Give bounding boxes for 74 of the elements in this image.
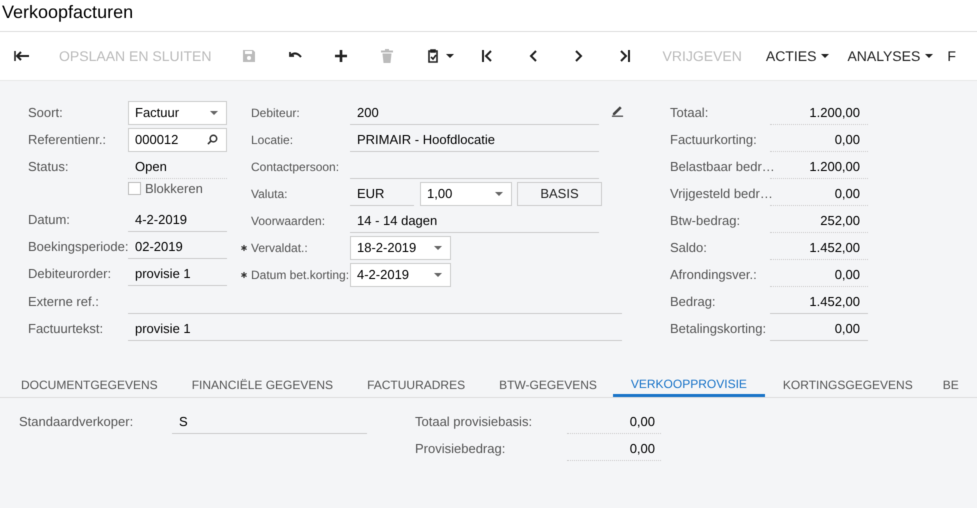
total-value: 1.452,00 bbox=[770, 290, 868, 314]
tab[interactable]: BE bbox=[942, 373, 959, 397]
field-label: Boekingsperiode: bbox=[28, 239, 128, 254]
field-value: S bbox=[172, 410, 367, 434]
date-dropdown[interactable]: 4-2-2019 bbox=[350, 262, 451, 286]
field-value: 02-2019 bbox=[128, 234, 227, 258]
caret-icon bbox=[210, 110, 218, 114]
currency-value: EUR bbox=[350, 182, 414, 206]
search-icon bbox=[207, 134, 218, 145]
field-value: Open bbox=[128, 154, 227, 178]
basis-button[interactable]: BASIS bbox=[517, 182, 602, 206]
field-value: 0,00 bbox=[567, 436, 661, 460]
field-label: Debiteur: bbox=[251, 106, 301, 120]
field-label: Externe ref.: bbox=[28, 294, 100, 309]
total-value: 252,00 bbox=[770, 208, 868, 232]
total-label: Saldo: bbox=[670, 240, 708, 255]
field-label: Totaal provisiebasis: bbox=[415, 414, 534, 429]
total-value: 1.200,00 bbox=[770, 154, 868, 178]
reference-field[interactable]: 000012 bbox=[128, 128, 227, 152]
blokkeren-checkbox[interactable]: Blokkeren bbox=[128, 181, 203, 196]
field-value: 200 bbox=[350, 100, 599, 124]
field-label: Voorwaarden: bbox=[251, 214, 326, 228]
field-label: Provisiebedrag: bbox=[415, 441, 506, 456]
tab[interactable]: VERKOOPPROVISIE bbox=[612, 373, 765, 397]
field-label: Debiteurorder: bbox=[28, 266, 112, 281]
field-label: Soort: bbox=[28, 105, 64, 120]
total-value: 0,00 bbox=[770, 316, 868, 340]
total-label: Bedrag: bbox=[670, 294, 717, 309]
total-label: Afrondingsver.: bbox=[670, 267, 758, 282]
field-label: Factuurtekst: bbox=[28, 321, 104, 336]
field-label: Standaardverkoper: bbox=[19, 414, 134, 429]
toolbar-button[interactable]: F bbox=[947, 41, 956, 71]
tab[interactable]: FACTUURADRES bbox=[367, 373, 466, 397]
toolbar-button[interactable]: ACTIES bbox=[766, 41, 830, 71]
total-value: 1.452,00 bbox=[770, 236, 868, 260]
tab[interactable]: KORTINGSGEGEVENS bbox=[782, 373, 913, 397]
pencil-icon[interactable] bbox=[611, 104, 624, 117]
field-value: provisie 1 bbox=[128, 262, 227, 286]
field-value: 14 - 14 dagen bbox=[350, 208, 599, 232]
field-label: Datum: bbox=[28, 212, 71, 227]
field-label: Vervaldat.: bbox=[251, 240, 309, 254]
total-value: 0,00 bbox=[770, 182, 868, 206]
caret-icon bbox=[495, 192, 503, 196]
field-value: 4-2-2019 bbox=[128, 208, 227, 232]
page-title: Verkoopfacturen bbox=[1, 1, 134, 23]
tab[interactable]: DOCUMENTGEGEVENS bbox=[21, 373, 158, 397]
field-label: Datum bet.korting: bbox=[251, 268, 350, 282]
caret-icon bbox=[434, 272, 442, 276]
tab[interactable]: BTW-GEGEVENS bbox=[499, 373, 597, 397]
caret-icon bbox=[446, 54, 454, 58]
caret-icon bbox=[925, 54, 934, 58]
toolbar-button[interactable]: ANALYSES bbox=[847, 41, 934, 71]
total-value: 1.200,00 bbox=[770, 100, 868, 124]
field-label: Contactpersoon: bbox=[251, 160, 340, 174]
total-label: Factuurkorting: bbox=[670, 132, 758, 147]
total-label: Btw-bedrag: bbox=[670, 213, 742, 228]
type-dropdown[interactable]: Factuur bbox=[128, 100, 227, 124]
date-dropdown[interactable]: 18-2-2019 bbox=[350, 236, 451, 260]
total-label: Totaal: bbox=[670, 105, 710, 120]
total-value: 0,00 bbox=[770, 262, 868, 286]
field-label: Referentienr.: bbox=[28, 132, 108, 147]
caret-icon bbox=[821, 54, 830, 58]
total-label: Betalingskorting: bbox=[670, 321, 768, 336]
field-value: 0,00 bbox=[567, 410, 661, 434]
field-label: Valuta: bbox=[251, 186, 288, 200]
total-value: 0,00 bbox=[770, 128, 868, 152]
caret-icon bbox=[434, 246, 442, 250]
field-label: Status: bbox=[28, 159, 70, 174]
total-label: Vrijgesteld bedr… bbox=[670, 186, 770, 201]
tab[interactable]: FINANCIËLE GEGEVENS bbox=[192, 373, 334, 397]
rate-dropdown[interactable]: 1,00 bbox=[420, 182, 512, 206]
field-value: provisie 1 bbox=[128, 316, 622, 340]
field-label: Locatie: bbox=[251, 132, 294, 146]
field-value: PRIMAIR - Hoofdlocatie bbox=[350, 128, 599, 152]
